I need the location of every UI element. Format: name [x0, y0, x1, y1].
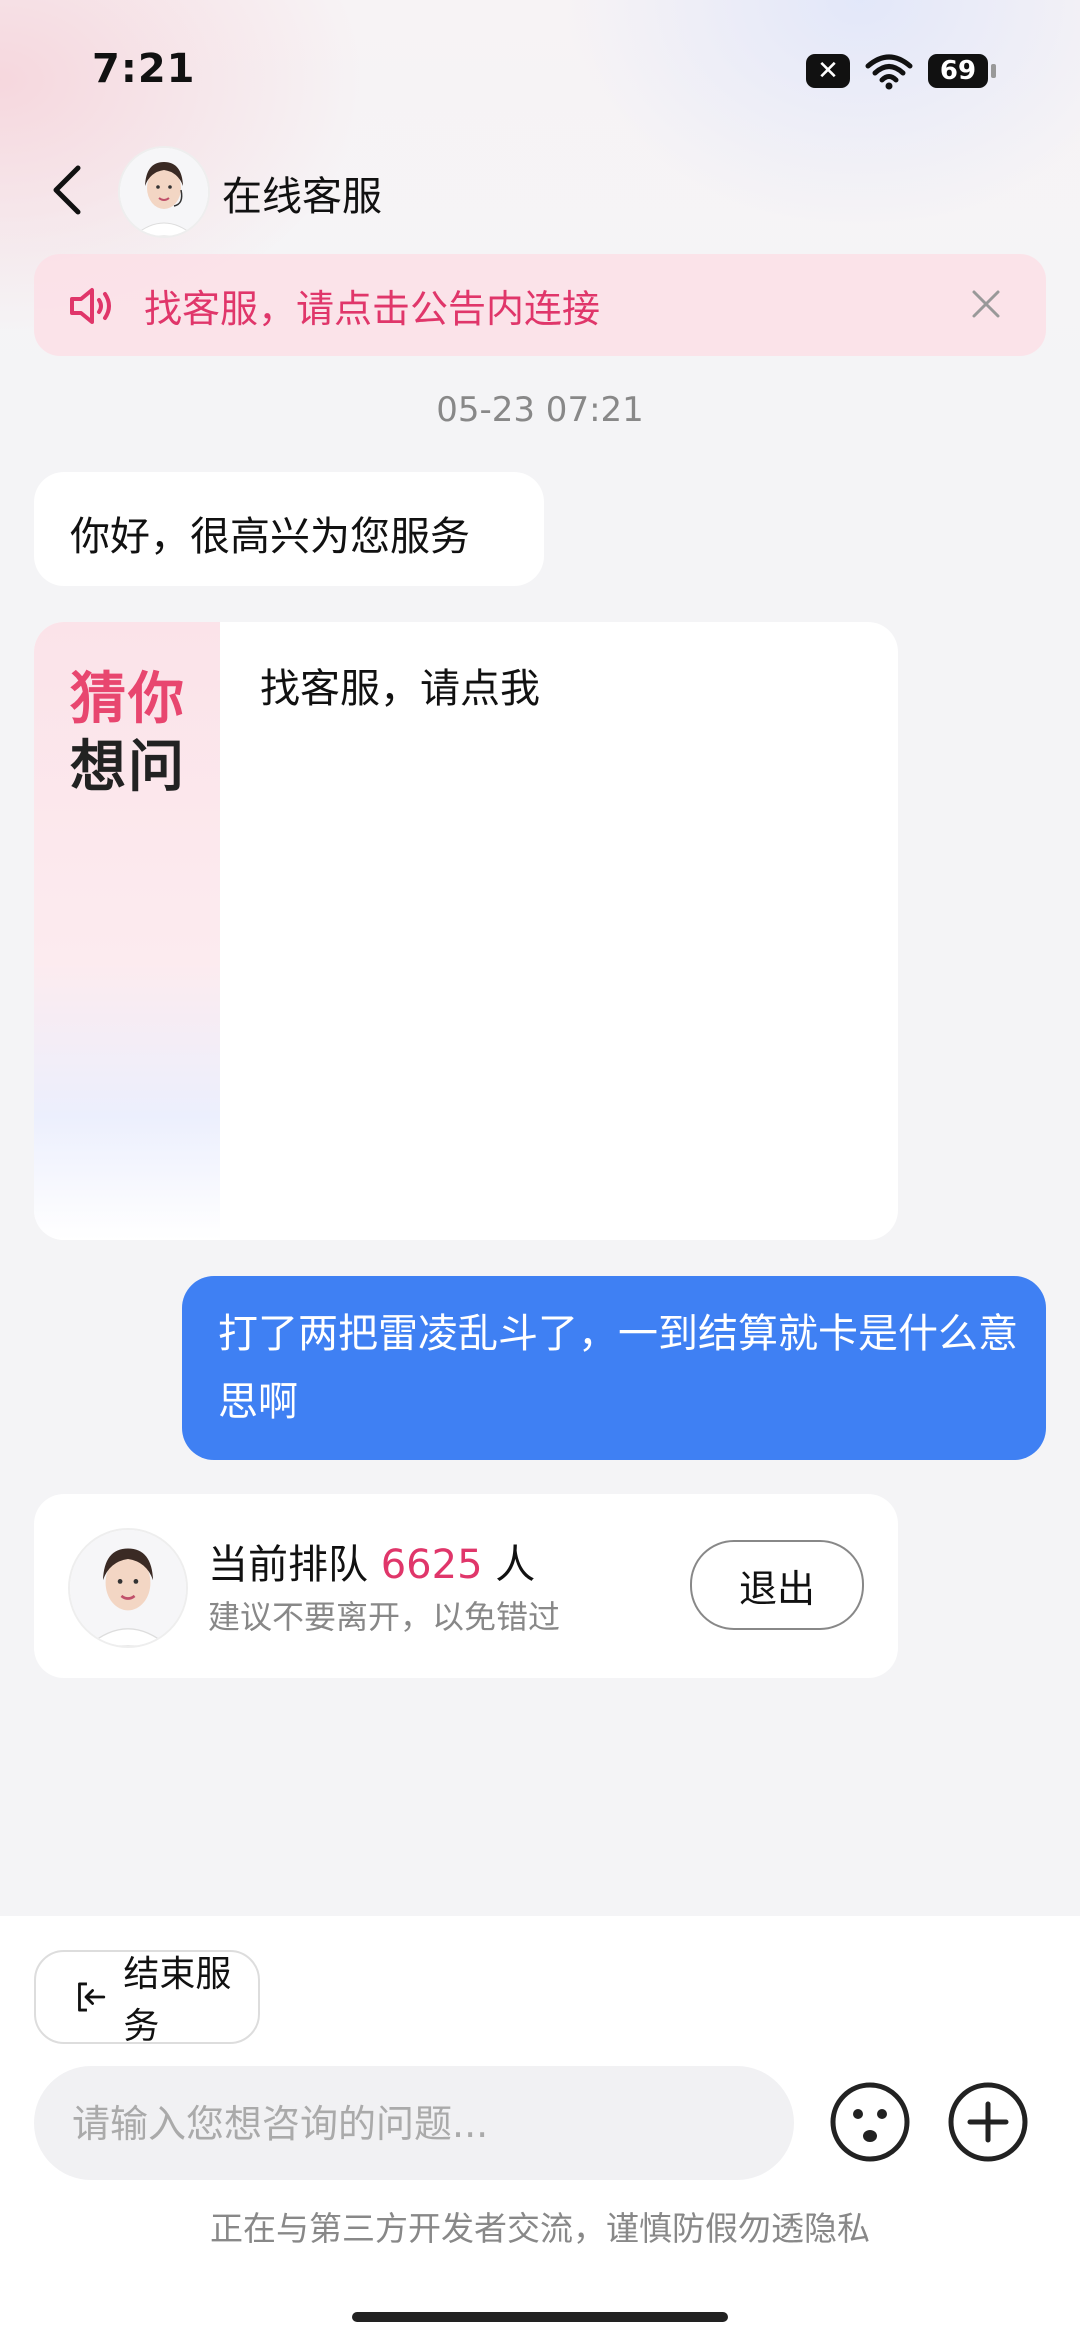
notice-text[interactable]: 找客服，请点击公告内连接 [144, 278, 600, 333]
queue-count: 6625 [380, 1542, 483, 1588]
queue-prefix: 当前排队 [208, 1542, 368, 1588]
guess-title-line2: 想问 [70, 735, 186, 800]
close-icon[interactable] [964, 282, 1008, 326]
header-title: 在线客服 [222, 174, 382, 220]
end-service-label: 结束服务 [123, 1954, 232, 2047]
user-message-text: 打了两把雷凌乱斗了，一到结算就卡是什么意思啊 [218, 1311, 1018, 1425]
wifi-icon [865, 54, 913, 90]
back-arrow-icon[interactable] [40, 160, 100, 220]
queue-card: 当前排队 6625 人 建议不要离开，以免错过 退出 [34, 1494, 898, 1678]
exit-queue-button[interactable]: 退出 [690, 1540, 864, 1630]
bottom-panel: 结束服务 正在与第三方开发者交流，谨慎防假勿透隐私 [0, 1916, 1080, 2339]
status-icons: ✕ 69 [806, 52, 996, 90]
agent-avatar[interactable] [118, 146, 210, 238]
message-input-container [34, 2066, 794, 2182]
greeting-text: 你好，很高兴为您服务 [70, 514, 470, 560]
emoji-icon[interactable] [828, 2080, 912, 2164]
plus-icon[interactable] [946, 2080, 1030, 2164]
home-indicator[interactable] [352, 2312, 728, 2322]
guess-question-card: 猜你 想问 找客服，请点我 [34, 622, 898, 1240]
user-message-bubble: 打了两把雷凌乱斗了，一到结算就卡是什么意思啊 [182, 1276, 1046, 1460]
speaker-icon [70, 288, 111, 324]
chat-header: 在线客服 [0, 140, 1080, 240]
privacy-disclaimer: 正在与第三方开发者交流，谨慎防假勿透隐私 [210, 2209, 870, 2248]
guess-card-side: 猜你 想问 [34, 622, 220, 1240]
queue-suffix: 人 [495, 1542, 536, 1588]
notice-banner[interactable]: 找客服，请点击公告内连接 [34, 254, 1046, 356]
queue-status: 当前排队 6625 人 [208, 1532, 535, 1590]
no-sim-icon: ✕ [806, 54, 850, 88]
message-input[interactable] [70, 2066, 754, 2182]
exit-icon [78, 1982, 106, 2012]
status-time: 7:21 [92, 46, 196, 92]
message-timestamp: 05-23 07:21 [436, 390, 644, 430]
battery-icon: 69 [928, 54, 996, 88]
queue-agent-avatar [68, 1528, 188, 1648]
guess-question-item[interactable]: 找客服，请点我 [260, 656, 540, 714]
queue-hint: 建议不要离开，以免错过 [208, 1598, 561, 1636]
status-bar: 7:21 ✕ 69 [0, 0, 1080, 140]
end-service-button[interactable]: 结束服务 [34, 1950, 260, 2047]
agent-greeting-bubble: 你好，很高兴为您服务 [34, 472, 544, 586]
